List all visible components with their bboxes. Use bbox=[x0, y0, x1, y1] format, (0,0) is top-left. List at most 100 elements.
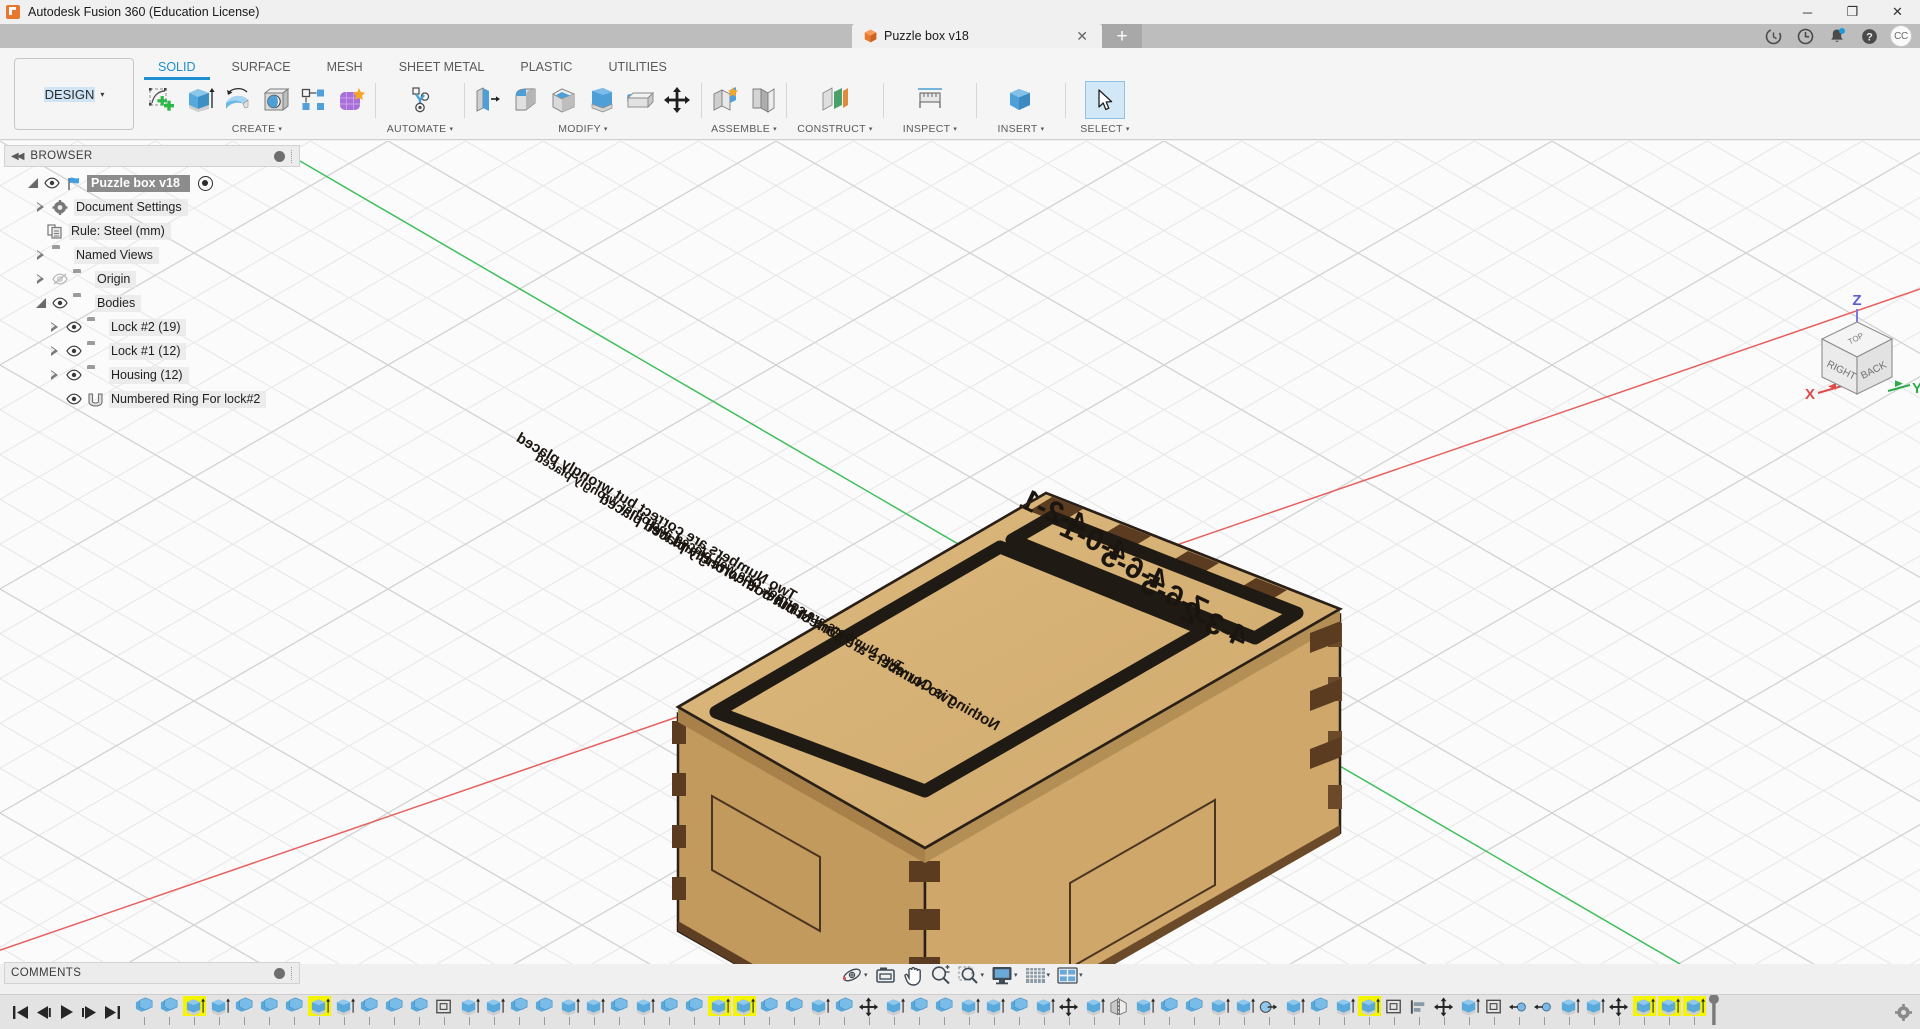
visibility-eye-icon[interactable] bbox=[66, 393, 82, 406]
timeline-feature[interactable] bbox=[657, 995, 682, 1025]
step-forward-button[interactable] bbox=[79, 1001, 99, 1023]
panel-assemble-label[interactable]: ASSEMBLE ▾ bbox=[703, 120, 785, 137]
timeline-track[interactable] bbox=[132, 995, 1886, 1029]
visibility-eye-icon[interactable] bbox=[44, 177, 60, 190]
pattern-tool[interactable] bbox=[296, 81, 332, 119]
tree-node-rule-steel[interactable]: Rule: Steel (mm) bbox=[4, 219, 300, 243]
timeline-feature[interactable] bbox=[432, 995, 457, 1025]
tab-plastic[interactable]: PLASTIC bbox=[502, 56, 590, 78]
timeline-feature[interactable] bbox=[632, 995, 657, 1025]
visibility-eye-icon[interactable] bbox=[66, 321, 82, 334]
timeline-end-marker[interactable] bbox=[1707, 995, 1721, 1025]
timeline-feature[interactable] bbox=[682, 995, 707, 1025]
timeline-feature[interactable] bbox=[832, 995, 857, 1025]
timeline-feature[interactable] bbox=[407, 995, 432, 1025]
timeline-feature[interactable] bbox=[1257, 995, 1282, 1025]
go-to-beginning-button[interactable] bbox=[10, 1001, 30, 1023]
select-tool[interactable] bbox=[1085, 81, 1125, 119]
maximize-button[interactable]: ❐ bbox=[1830, 0, 1875, 24]
extrude-tool[interactable] bbox=[182, 81, 218, 119]
visibility-eye-icon[interactable] bbox=[52, 297, 68, 310]
tab-solid[interactable]: SOLID bbox=[140, 56, 214, 78]
panel-insert-label[interactable]: INSERT ▾ bbox=[978, 120, 1064, 137]
display-settings[interactable]: ▾ bbox=[988, 963, 1021, 987]
timeline-feature[interactable] bbox=[1682, 995, 1707, 1025]
timeline-feature[interactable] bbox=[507, 995, 532, 1025]
timeline-feature[interactable] bbox=[1482, 995, 1507, 1025]
twisty-closed-icon[interactable] bbox=[34, 249, 47, 262]
timeline-feature[interactable] bbox=[582, 995, 607, 1025]
timeline-feature[interactable] bbox=[857, 995, 882, 1025]
panel-construct-label[interactable]: CONSTRUCT ▾ bbox=[788, 120, 882, 137]
timeline-feature[interactable] bbox=[1182, 995, 1207, 1025]
timeline-feature[interactable] bbox=[1307, 995, 1332, 1025]
offset-plane-tool[interactable] bbox=[814, 81, 856, 119]
panel-automate-label[interactable]: AUTOMATE ▾ bbox=[377, 120, 463, 137]
twisty-open-icon[interactable] bbox=[26, 177, 39, 190]
recent-activity-clock-icon[interactable] bbox=[1790, 24, 1820, 48]
timeline-feature[interactable] bbox=[1582, 995, 1607, 1025]
step-back-button[interactable] bbox=[33, 1001, 53, 1023]
draft-tool[interactable] bbox=[584, 81, 620, 119]
timeline-feature[interactable] bbox=[1207, 995, 1232, 1025]
timeline-feature[interactable] bbox=[1457, 995, 1482, 1025]
notifications-bell-icon[interactable] bbox=[1822, 24, 1852, 48]
timeline-feature[interactable] bbox=[307, 995, 332, 1025]
tree-node-named-views[interactable]: Named Views bbox=[4, 243, 300, 267]
joint-tool[interactable] bbox=[745, 81, 781, 119]
timeline-feature[interactable] bbox=[757, 995, 782, 1025]
tree-node-numbered-ring[interactable]: Numbered Ring For lock#2 bbox=[4, 387, 300, 411]
twisty-closed-icon[interactable] bbox=[34, 273, 47, 286]
help-icon[interactable]: ? bbox=[1854, 24, 1884, 48]
create-sketch-tool[interactable] bbox=[144, 81, 180, 119]
tab-utilities[interactable]: UTILITIES bbox=[590, 56, 684, 78]
timeline-feature[interactable] bbox=[257, 995, 282, 1025]
timeline-feature[interactable] bbox=[782, 995, 807, 1025]
hole-tool[interactable] bbox=[258, 81, 294, 119]
visibility-hidden-icon[interactable] bbox=[52, 273, 68, 286]
chevron-down-icon[interactable]: ▾ bbox=[1047, 971, 1051, 979]
comments-panel-header[interactable]: COMMENTS bbox=[4, 962, 300, 984]
timeline-feature[interactable] bbox=[1057, 995, 1082, 1025]
timeline-feature[interactable] bbox=[157, 995, 182, 1025]
new-tab-button[interactable]: + bbox=[1102, 24, 1142, 48]
tree-node-origin[interactable]: Origin bbox=[4, 267, 300, 291]
timeline-feature[interactable] bbox=[982, 995, 1007, 1025]
timeline-feature[interactable] bbox=[282, 995, 307, 1025]
timeline-feature[interactable] bbox=[207, 995, 232, 1025]
timeline-feature[interactable] bbox=[1407, 995, 1432, 1025]
job-status-icon[interactable] bbox=[1758, 24, 1788, 48]
viewports[interactable]: ▾ bbox=[1054, 963, 1086, 987]
fit-tool[interactable]: ▾ bbox=[955, 963, 988, 987]
panel-select-label[interactable]: SELECT ▾ bbox=[1067, 120, 1143, 137]
chevron-down-icon[interactable]: ▾ bbox=[1014, 971, 1018, 979]
shell-tool[interactable] bbox=[546, 81, 582, 119]
timeline-feature[interactable] bbox=[1232, 995, 1257, 1025]
timeline-feature[interactable] bbox=[457, 995, 482, 1025]
timeline-feature[interactable] bbox=[932, 995, 957, 1025]
timeline-feature[interactable] bbox=[1382, 995, 1407, 1025]
form-tool[interactable] bbox=[334, 81, 370, 119]
timeline-feature[interactable] bbox=[182, 995, 207, 1025]
timeline-feature[interactable] bbox=[1107, 995, 1132, 1025]
grid-snaps[interactable]: ▾ bbox=[1022, 963, 1054, 987]
automated-modeling-tool[interactable] bbox=[399, 81, 441, 119]
timeline-feature[interactable] bbox=[1557, 995, 1582, 1025]
collapse-left-icon[interactable]: ◀◀ bbox=[11, 151, 22, 162]
panel-inspect-label[interactable]: INSPECT ▾ bbox=[885, 120, 975, 137]
timeline-feature[interactable] bbox=[1032, 995, 1057, 1025]
move-copy-tool[interactable] bbox=[660, 81, 696, 119]
timeline-feature[interactable] bbox=[607, 995, 632, 1025]
timeline-feature[interactable] bbox=[557, 995, 582, 1025]
tree-node-document-settings[interactable]: Document Settings bbox=[4, 195, 300, 219]
insert-derive-tool[interactable] bbox=[1000, 81, 1042, 119]
tree-node-puzzle-box[interactable]: Puzzle box v18 bbox=[4, 171, 300, 195]
tree-node-housing[interactable]: Housing (12) bbox=[4, 363, 300, 387]
minimize-button[interactable]: ─ bbox=[1785, 0, 1830, 24]
twisty-closed-icon[interactable] bbox=[48, 369, 61, 382]
measure-tool[interactable] bbox=[909, 81, 951, 119]
timeline-feature[interactable] bbox=[357, 995, 382, 1025]
timeline-feature[interactable] bbox=[1432, 995, 1457, 1025]
close-button[interactable]: ✕ bbox=[1875, 0, 1920, 24]
panel-create-label[interactable]: CREATE ▾ bbox=[140, 120, 374, 137]
